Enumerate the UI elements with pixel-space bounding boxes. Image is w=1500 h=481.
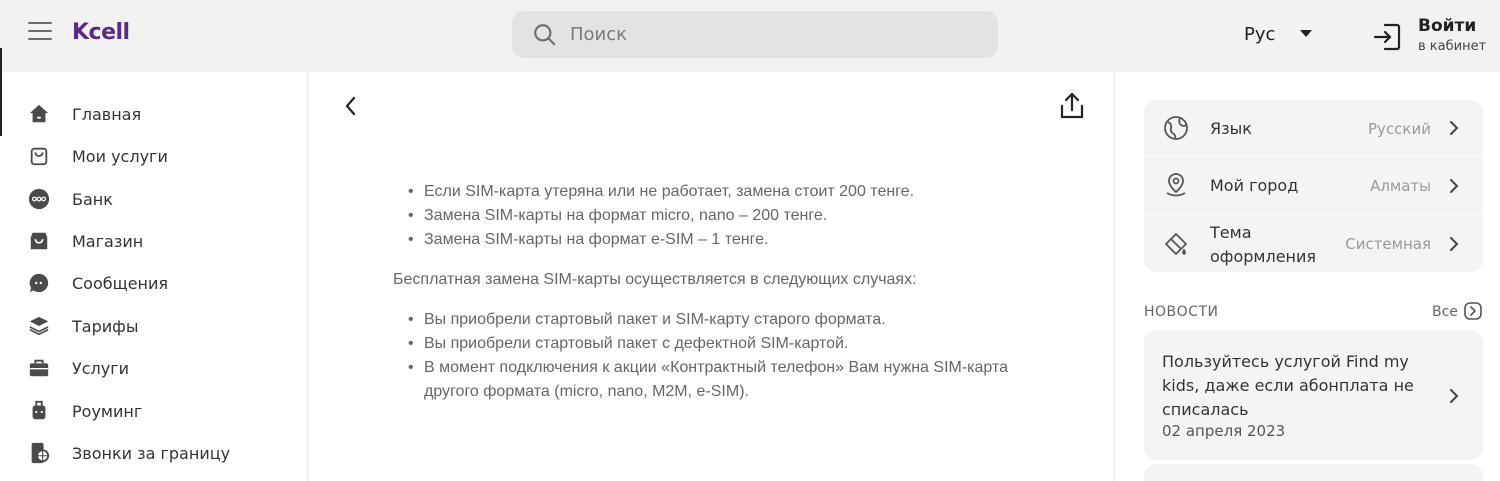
arrow-right-box-icon[interactable]: [1464, 302, 1482, 320]
sidebar-item-home[interactable]: Главная: [28, 99, 141, 129]
news-card[interactable]: [1144, 464, 1483, 481]
language-setting-value: Русский: [1368, 120, 1431, 138]
search-bar[interactable]: [512, 11, 998, 58]
kcell-logo[interactable]: Kcell: [72, 20, 130, 45]
sidebar-item-label: Магазин: [72, 231, 144, 251]
sidebar: Главная Мои услуги Банк Магазин Сообщени…: [0, 48, 308, 481]
chat-icon: [28, 272, 50, 294]
sidebar-item-messages[interactable]: Сообщения: [28, 268, 168, 298]
sidebar-item-shop[interactable]: Магазин: [28, 226, 143, 256]
sidebar-item-bank[interactable]: Банк: [28, 184, 113, 214]
globe-icon: [1164, 116, 1188, 140]
sidebar-item-label: Звонки за границу: [72, 443, 231, 463]
share-icon[interactable]: [1059, 92, 1085, 120]
search-icon: [534, 23, 556, 46]
briefcase-icon: [28, 357, 50, 379]
chevron-right-icon: [1450, 179, 1459, 193]
article-body: Если SIM-карта утеряна или не работает, …: [393, 180, 1033, 404]
sidebar-item-label: Услуги: [72, 358, 130, 378]
article-paragraph: Бесплатная замена SIM-карты осуществляет…: [393, 271, 917, 288]
list-item: Вы приобрели стартовый пакет и SIM-карту…: [408, 308, 1033, 332]
sidebar-item-services[interactable]: Услуги: [28, 353, 129, 383]
list-item: В момент подключения к акции «Контрактны…: [408, 356, 1033, 404]
news-title: Пользуйтесь услугой Find my kids, даже е…: [1162, 352, 1414, 419]
news-all-link[interactable]: Все: [1432, 304, 1458, 320]
bag-icon: [28, 145, 50, 167]
shop-icon: [28, 230, 50, 252]
sidebar-item-label: Роуминг: [72, 401, 143, 421]
sidebar-item-label: Банк: [72, 189, 113, 209]
sidebar-item-roaming[interactable]: Роуминг: [28, 396, 142, 426]
phone-globe-icon: [28, 442, 50, 464]
city-setting-value: Алматы: [1370, 177, 1431, 195]
right-panel: Язык Русский Мой город Алматы Тема оформл…: [1116, 72, 1500, 481]
news-card[interactable]: Пользуйтесь услугой Find my kids, даже е…: [1144, 330, 1483, 460]
chevron-right-icon: [1450, 389, 1459, 403]
menu-icon[interactable]: [28, 22, 52, 44]
login-subtitle: в кабинет: [1418, 39, 1487, 54]
theme-label-line1: Тема: [1210, 223, 1252, 242]
search-input[interactable]: [570, 24, 970, 45]
news-heading: НОВОСТИ: [1144, 304, 1219, 320]
chevron-right-icon: [1450, 121, 1459, 135]
sidebar-active-edge: [0, 48, 2, 136]
top-header: Kcell Рус Войти в кабинет: [0, 0, 1500, 72]
free-cases-list: Вы приобрели стартовый пакет и SIM-карту…: [408, 308, 1033, 404]
location-pin-icon: [1166, 173, 1186, 197]
login-icon: [1373, 23, 1401, 51]
theme-setting-value: Системная: [1345, 235, 1431, 253]
sidebar-item-label: Сообщения: [72, 273, 169, 293]
back-arrow-icon[interactable]: [339, 94, 363, 118]
language-label: Рус: [1244, 24, 1276, 45]
home-icon: [28, 103, 50, 125]
settings-theme-row[interactable]: Тема оформления Системная: [1144, 215, 1483, 272]
theme-setting-label: Тема оформления: [1210, 221, 1316, 269]
list-item: Если SIM-карта утеряна или не работает, …: [408, 180, 1033, 204]
settings-card: Язык Русский Мой город Алматы Тема оформл…: [1144, 100, 1483, 272]
sidebar-item-international-calls[interactable]: Звонки за границу: [28, 438, 230, 468]
settings-language-row[interactable]: Язык Русский: [1144, 100, 1483, 156]
login-button[interactable]: Войти в кабинет: [1372, 16, 1492, 58]
sidebar-item-my-services[interactable]: Мои услуги: [28, 141, 168, 171]
caret-down-icon: [1300, 30, 1312, 37]
theme-label-line2: оформления: [1210, 247, 1317, 266]
layers-icon: [28, 315, 50, 337]
list-item: Замена SIM-карты на формат micro, nano –…: [408, 204, 1033, 228]
list-item: Вы приобрели стартовый пакет с дефектной…: [408, 332, 1033, 356]
sidebar-item-label: Тарифы: [72, 316, 139, 336]
language-setting-label: Язык: [1210, 119, 1252, 138]
sidebar-item-label: Мои услуги: [72, 146, 168, 166]
sidebar-item-tariffs[interactable]: Тарифы: [28, 311, 138, 341]
sidebar-item-label: Главная: [72, 104, 142, 124]
chevron-right-icon: [1450, 237, 1459, 251]
news-date: 02 апреля 2023: [1162, 422, 1286, 440]
article-panel: Если SIM-карта утеряна или не работает, …: [309, 72, 1115, 481]
list-item: Замена SIM-карты на формат e-SIM – 1 тен…: [408, 228, 1033, 252]
luggage-icon: [28, 400, 50, 422]
settings-city-row[interactable]: Мой город Алматы: [1144, 157, 1483, 214]
language-selector[interactable]: Рус: [1244, 24, 1312, 45]
login-title: Войти: [1418, 16, 1477, 36]
city-setting-label: Мой город: [1210, 176, 1299, 195]
paint-bucket-icon: [1165, 233, 1187, 255]
price-list: Если SIM-карта утеряна или не работает, …: [408, 180, 1033, 252]
bank-icon: [28, 188, 50, 210]
